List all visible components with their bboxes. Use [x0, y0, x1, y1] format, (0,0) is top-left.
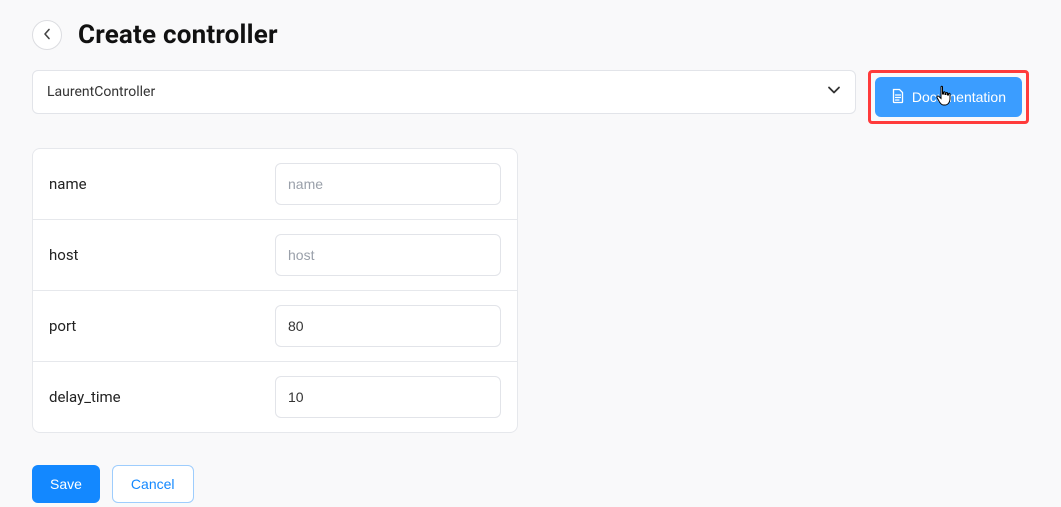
field-label-delay-time: delay_time: [49, 388, 275, 406]
field-label-host: host: [49, 246, 275, 264]
save-button[interactable]: Save: [32, 465, 100, 503]
documentation-button-label: Documentation: [912, 89, 1006, 105]
controller-select-value: LaurentController: [47, 84, 155, 100]
form-row: delay_time: [33, 362, 517, 432]
name-field[interactable]: [275, 163, 501, 205]
form-row: host: [33, 220, 517, 291]
back-button[interactable]: [32, 20, 62, 50]
controller-type-select[interactable]: LaurentController: [32, 70, 856, 114]
form-row: port: [33, 291, 517, 362]
field-label-name: name: [49, 175, 275, 193]
port-field[interactable]: [275, 305, 501, 347]
field-label-port: port: [49, 317, 275, 335]
cancel-button[interactable]: Cancel: [112, 465, 194, 503]
document-icon: [891, 88, 905, 107]
documentation-highlight: Documentation: [868, 70, 1029, 124]
documentation-button[interactable]: Documentation: [875, 77, 1022, 117]
delay-time-field[interactable]: [275, 376, 501, 418]
host-field[interactable]: [275, 234, 501, 276]
form-row: name: [33, 149, 517, 220]
controller-form: name host port delay_time: [32, 148, 518, 433]
chevron-left-icon: [42, 28, 52, 43]
page-title: Create controller: [78, 20, 278, 50]
